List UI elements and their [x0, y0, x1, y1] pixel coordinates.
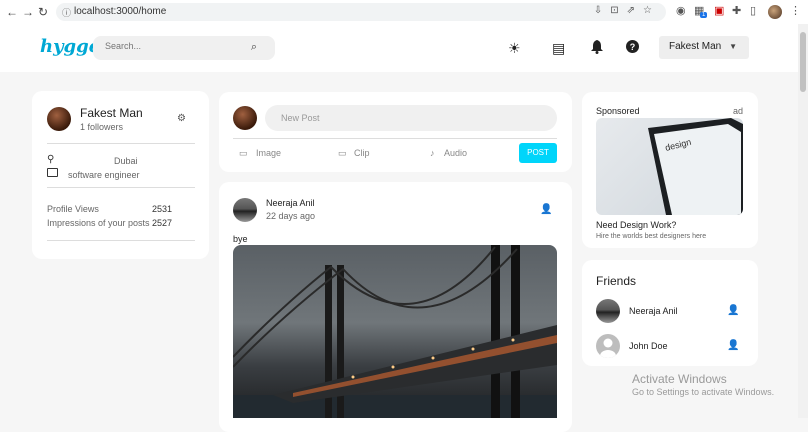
puzzle-icon[interactable]: ✚ — [732, 4, 741, 17]
extension-badge: 1 — [700, 12, 708, 18]
extension-red-icon[interactable]: ▣ — [714, 4, 724, 17]
help-icon[interactable]: ? — [626, 40, 639, 56]
divider — [47, 240, 195, 241]
divider — [47, 187, 195, 188]
chevron-down-icon: ▼ — [729, 42, 737, 51]
search-icon[interactable]: ⌕ — [251, 41, 257, 54]
camera-extension-icon[interactable]: ◉ — [676, 4, 686, 17]
new-post-input[interactable]: New Post — [265, 105, 557, 131]
friend-name[interactable]: John Doe — [629, 341, 668, 351]
info-icon[interactable]: ⓘ — [62, 6, 71, 19]
url-text[interactable]: localhost:3000/home — [74, 6, 166, 17]
phone-illustration: design — [648, 118, 743, 215]
browser-profile-avatar[interactable] — [768, 5, 782, 19]
activate-windows-subtitle: Go to Settings to activate Windows. — [632, 387, 775, 397]
new-post-placeholder: New Post — [281, 113, 320, 123]
stat-label: Profile Views — [47, 204, 99, 214]
post-button[interactable]: POST — [519, 143, 557, 163]
post-author-avatar[interactable] — [233, 198, 257, 222]
profile-location: Dubai — [114, 156, 138, 166]
location-icon: ⚲ — [47, 154, 55, 165]
stat-label: Impressions of your posts — [47, 218, 150, 228]
post-time: 22 days ago — [266, 211, 316, 221]
svg-text:?: ? — [630, 42, 636, 52]
notifications-bell-icon[interactable] — [591, 40, 603, 57]
profile-occupation: software engineer — [68, 170, 140, 180]
sidebar-icon[interactable]: ▯ — [750, 4, 756, 17]
app-navbar: hygge ⌕ ☀ ▤ ? Fakest Man ▼ — [0, 24, 798, 72]
user-dropdown-label: Fakest Man — [669, 41, 722, 52]
app-logo[interactable]: hygge — [40, 36, 100, 57]
manage-accounts-icon[interactable]: ⚙ — [177, 113, 186, 124]
microphone-icon[interactable]: ♪ — [430, 148, 435, 158]
search-input[interactable] — [103, 40, 237, 52]
browser-toolbar: ← → ↻ ⓘ localhost:3000/home ⇩⊡⇗☆ ◉ ▦ 1 ▣… — [0, 0, 808, 25]
divider — [233, 138, 557, 139]
profile-avatar[interactable] — [47, 107, 71, 131]
user-dropdown[interactable]: Fakest Man ▼ — [659, 36, 749, 59]
post-author-name[interactable]: Neeraja Anil — [266, 198, 315, 208]
sponsored-subtitle: Hire the worlds best designers here — [596, 233, 707, 240]
friends-heading: Friends — [596, 274, 637, 288]
profile-name[interactable]: Fakest Man — [80, 106, 143, 120]
profile-followers: 1 followers — [80, 122, 124, 132]
search-box[interactable]: ⌕ — [93, 36, 275, 60]
remove-friend-icon[interactable]: 👤 — [727, 340, 739, 351]
stat-value: 2527 — [152, 218, 173, 228]
sponsored-image[interactable]: design — [596, 118, 743, 215]
image-option[interactable]: Image — [256, 148, 281, 158]
menu-dots-icon[interactable]: ⋮ — [790, 4, 801, 17]
bridge-illustration — [233, 245, 557, 418]
clip-option[interactable]: Clip — [354, 148, 370, 158]
sponsored-title[interactable]: Need Design Work? — [596, 220, 676, 230]
work-briefcase-icon — [47, 168, 58, 177]
post-text: bye — [233, 234, 248, 244]
audio-option[interactable]: Audio — [444, 148, 467, 158]
new-post-avatar — [233, 106, 257, 130]
sponsored-heading: Sponsored — [596, 106, 640, 116]
back-arrow-icon[interactable]: ← — [6, 5, 18, 19]
image-icon[interactable]: ▭ — [239, 148, 248, 159]
reload-icon[interactable]: ↻ — [38, 5, 48, 19]
add-friend-icon[interactable]: 👤 — [540, 204, 552, 215]
messages-icon[interactable]: ▤ — [552, 40, 565, 56]
divider — [47, 143, 195, 144]
theme-toggle-sun-icon[interactable]: ☀ — [508, 40, 521, 56]
friend-name[interactable]: Neeraja Anil — [629, 306, 678, 316]
ad-label: ad — [733, 106, 744, 116]
scrollbar-thumb[interactable] — [800, 32, 806, 92]
forward-arrow-icon[interactable]: → — [22, 5, 34, 19]
address-bar-action-icons[interactable]: ⇩⊡⇗☆ — [594, 5, 660, 16]
friend-avatar[interactable] — [596, 334, 620, 358]
friend-avatar[interactable] — [596, 299, 620, 323]
address-bar[interactable]: ⓘ localhost:3000/home ⇩⊡⇗☆ — [56, 3, 666, 21]
post-image — [233, 245, 557, 418]
stat-value: 2531 — [152, 204, 173, 214]
activate-windows-title: Activate Windows — [632, 372, 727, 386]
remove-friend-icon[interactable]: 👤 — [727, 305, 739, 316]
clip-icon[interactable]: ▭ — [338, 148, 347, 159]
